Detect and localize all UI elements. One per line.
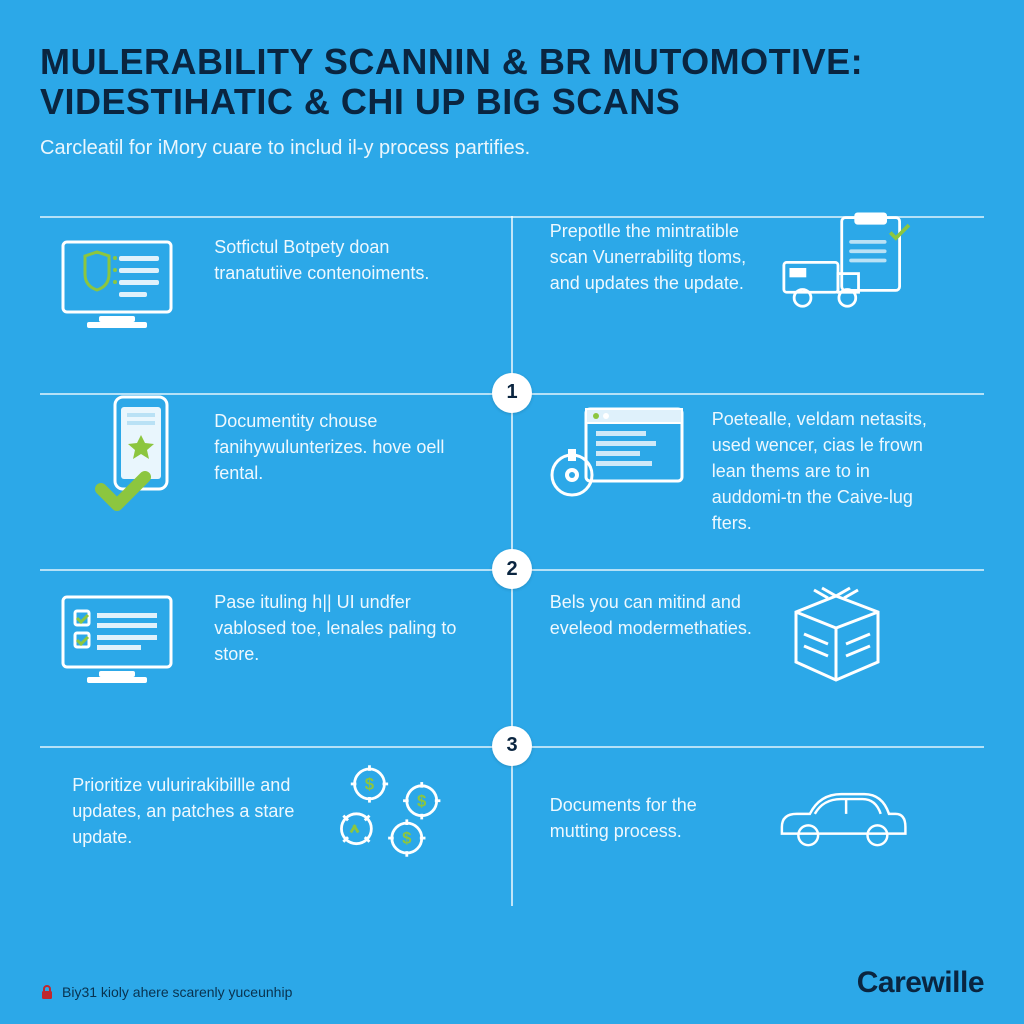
cell-r1-right: Prepotlle the mintratible scan Vunerrabi… bbox=[550, 218, 922, 318]
cell-r1-left: Sotfictul Botpety doan tranatutiive cont… bbox=[52, 234, 474, 334]
step-circle-2: 2 bbox=[492, 549, 532, 589]
monitor-checklist-icon bbox=[52, 589, 192, 689]
step-circle-1: 1 bbox=[492, 373, 532, 413]
footnote: Biy31 kioly ahere scarenly yuceunhip bbox=[40, 984, 292, 1000]
car-icon bbox=[772, 768, 912, 868]
footnote-text: Biy31 kioly ahere scarenly yuceunhip bbox=[62, 984, 292, 1000]
step-circle-3: 3 bbox=[492, 726, 532, 766]
cell-r1-right-text: Prepotlle the mintratible scan Vunerrabi… bbox=[550, 218, 760, 296]
cell-r3-left: Pase ituling h|| UI undfer vablosed toe,… bbox=[52, 589, 474, 689]
clipboard-truck-icon bbox=[782, 218, 922, 318]
page-subtitle: Carcleatil for iMory cuare to includ il-… bbox=[40, 137, 984, 160]
infographic-grid: 1 2 3 Sotfictul Botpety doan tranatutiiv… bbox=[40, 216, 984, 906]
cell-r2-left: Documentity chouse fanihywulunterizes. h… bbox=[82, 408, 474, 508]
box-icon bbox=[782, 589, 892, 689]
cell-r4-left-text: Prioritize vulurirakibillle and updates,… bbox=[72, 772, 312, 850]
page-title-line2: VIDESTIHATIC & CHI UP BIG SCANS bbox=[40, 82, 984, 122]
page-title-line1: MULERABILITY SCANNIN & BR MUTOMOTIVE: bbox=[40, 42, 984, 82]
svg-text:$: $ bbox=[402, 829, 412, 848]
monitor-shield-icon bbox=[52, 234, 192, 334]
svg-text:$: $ bbox=[417, 791, 427, 810]
cell-r2-right: Poetealle, veldam netasits, used wencer,… bbox=[550, 406, 942, 536]
cell-r4-right: Documents for the mutting process. bbox=[550, 768, 912, 868]
cell-r4-right-text: Documents for the mutting process. bbox=[550, 792, 750, 844]
cell-r3-right-text: Bels you can mitind and eveleod modermet… bbox=[550, 589, 760, 641]
cell-r3-right: Bels you can mitind and eveleod modermet… bbox=[550, 589, 892, 689]
step-number-2: 2 bbox=[506, 558, 517, 581]
cell-r4-left: Prioritize vulurirakibillle and updates,… bbox=[72, 761, 474, 861]
brand-logo: Carewille bbox=[857, 966, 984, 1000]
cell-r2-right-text: Poetealle, veldam netasits, used wencer,… bbox=[712, 406, 942, 536]
cell-r3-left-text: Pase ituling h|| UI undfer vablosed toe,… bbox=[214, 589, 474, 667]
lock-icon bbox=[40, 984, 54, 1000]
cell-r1-left-text: Sotfictul Botpety doan tranatutiive cont… bbox=[214, 234, 474, 286]
svg-text:$: $ bbox=[365, 775, 375, 794]
step-number-3: 3 bbox=[506, 734, 517, 757]
cell-r2-left-text: Documentity chouse fanihywulunterizes. h… bbox=[214, 408, 474, 486]
dollar-gears-icon: $ $ $ bbox=[334, 761, 474, 861]
step-number-1: 1 bbox=[506, 381, 517, 404]
phone-star-icon bbox=[82, 408, 192, 508]
browser-dial-icon bbox=[550, 406, 690, 506]
